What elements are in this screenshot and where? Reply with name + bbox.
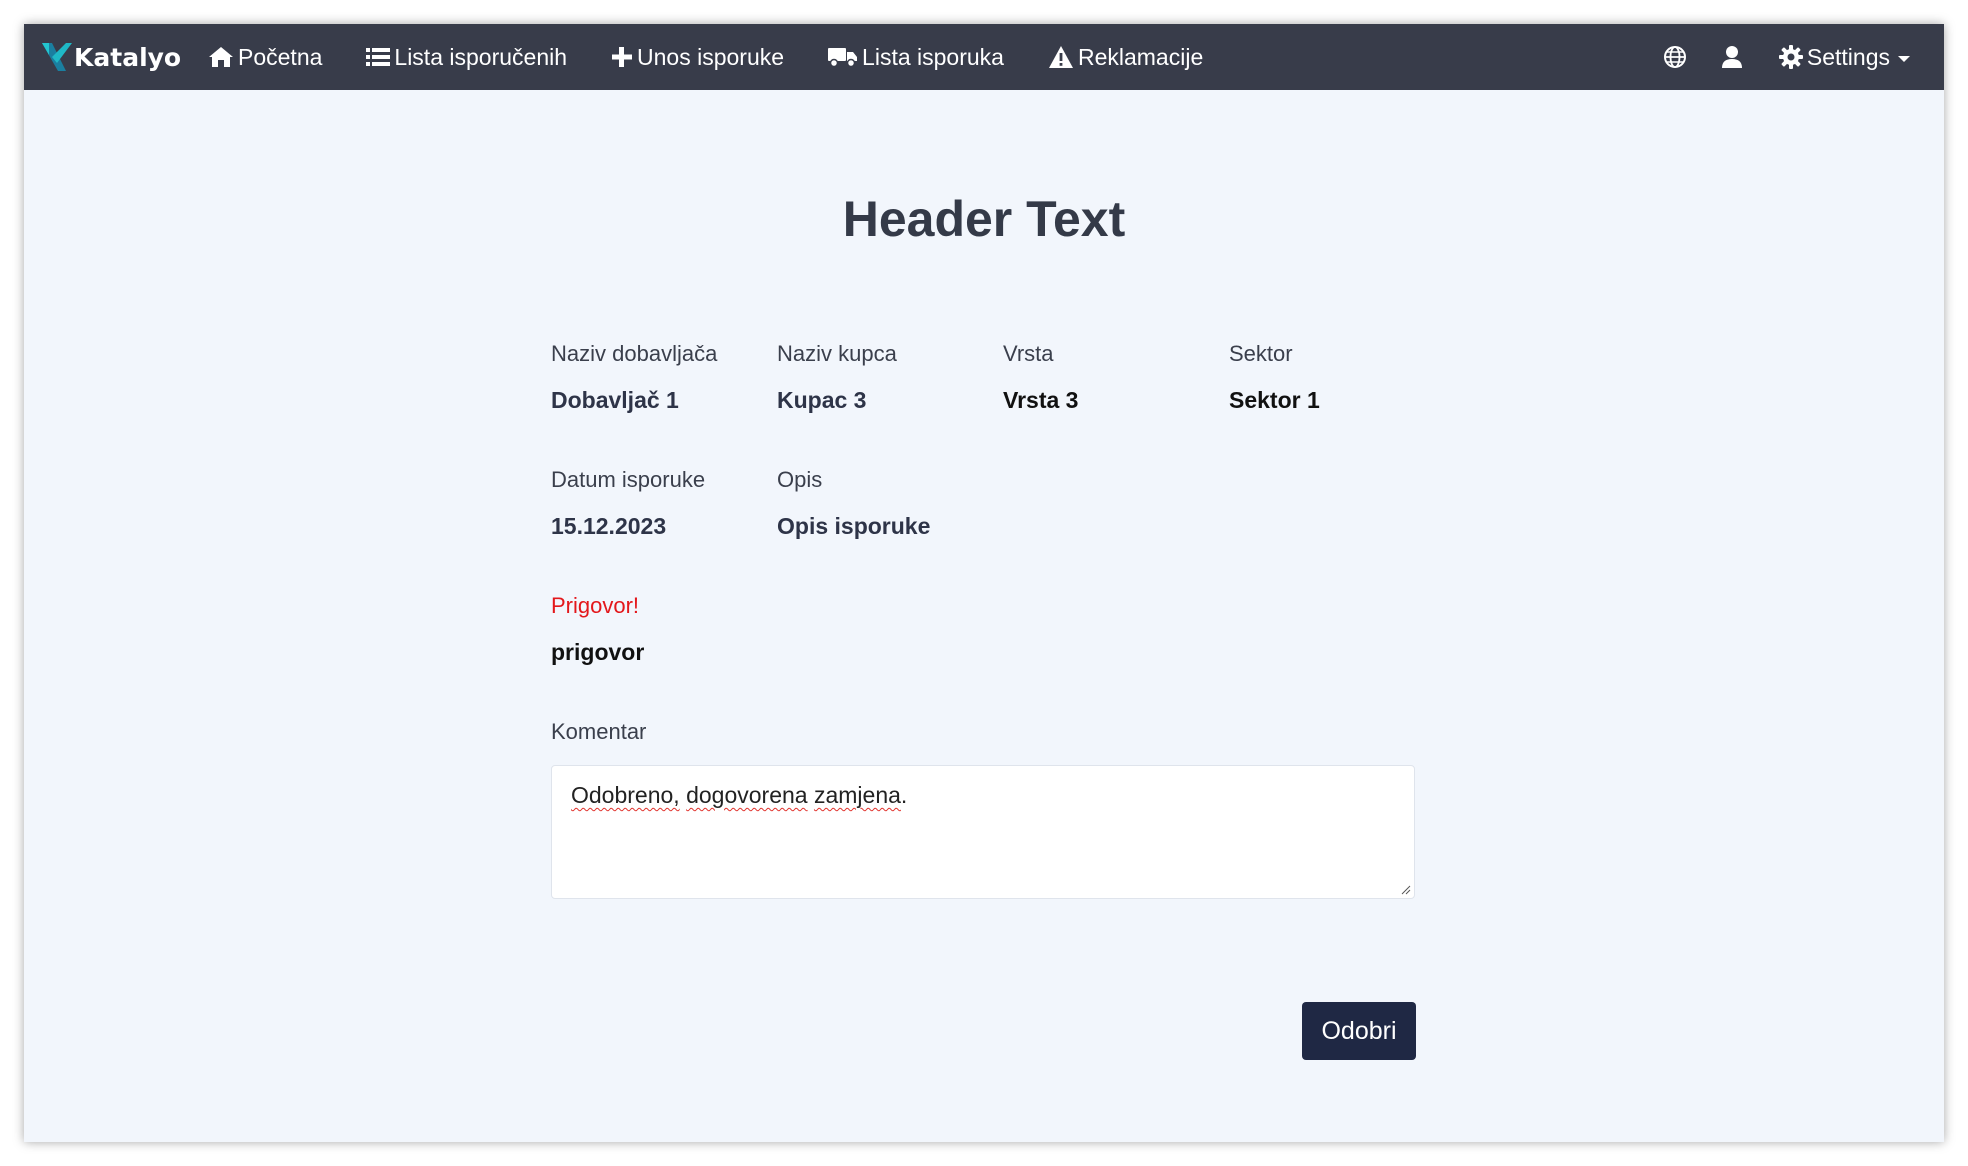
user-icon (1721, 46, 1742, 68)
comment-word: Odobreno, (571, 782, 680, 808)
app-window: Katalyo Početna Lista isporučenih Unos i… (24, 24, 1944, 1142)
nav-item-home-label: Početna (238, 43, 323, 70)
nav-item-delivered-list[interactable]: Lista isporučenih (366, 44, 567, 71)
settings-dropdown[interactable]: Settings (1778, 43, 1910, 71)
truck-icon (828, 48, 858, 68)
comment-word-misspelled: zamjena (813, 782, 901, 808)
field-type-value: Vrsta 3 (1003, 387, 1079, 413)
field-delivery-date-value: 15.12.2023 (551, 513, 667, 539)
page-title: Header Text (842, 191, 1126, 247)
settings-label: Settings (1806, 43, 1890, 70)
field-customer-label: Naziv kupca (777, 341, 897, 366)
user-button[interactable] (1721, 45, 1743, 69)
comment-word: dogovorena (686, 782, 808, 808)
nav-item-deliveries[interactable]: Lista isporuka (828, 44, 1004, 71)
home-icon (209, 47, 233, 67)
field-type-label: Vrsta (1003, 341, 1054, 366)
field-objection-value: prigovor (551, 639, 645, 665)
field-sector-label: Sektor (1229, 341, 1293, 366)
approve-button[interactable]: Odobri (1302, 1002, 1416, 1060)
field-type: Vrsta Vrsta 3 (1003, 341, 1078, 414)
field-delivery-date-label: Datum isporuke (551, 467, 706, 492)
field-customer-value: Kupac 3 (777, 387, 867, 413)
brand-logo[interactable]: Katalyo (40, 41, 208, 73)
nav-item-complaints-label: Reklamacije (1077, 43, 1204, 70)
list-icon (366, 48, 391, 66)
nav-item-new-delivery-label: Unos isporuke (637, 43, 785, 70)
plus-icon (612, 47, 633, 67)
katalyo-logo-icon (42, 43, 72, 71)
comment-word: zamjena. (813, 782, 908, 808)
comment-label-wrap: Komentar (551, 719, 646, 745)
field-supplier-value: Dobavljač 1 (551, 387, 679, 413)
field-description-value: Opis isporuke (777, 513, 931, 539)
field-sector-value: Sektor 1 (1229, 387, 1320, 413)
warning-icon (1048, 46, 1073, 68)
brand-name: Katalyo (74, 42, 182, 72)
field-objection-label: Prigovor! (551, 593, 640, 618)
field-supplier-label: Naziv dobavljača (551, 341, 718, 366)
chevron-down-icon (1898, 55, 1910, 62)
nav-right-group: Settings (1629, 44, 1910, 71)
language-button[interactable] (1663, 45, 1687, 69)
nav-item-new-delivery[interactable]: Unos isporuke (611, 44, 784, 71)
field-description: Opis Opis isporuke (777, 467, 930, 540)
nav-item-home[interactable]: Početna (208, 44, 322, 71)
nav-item-deliveries-label: Lista isporuka (862, 43, 1004, 70)
field-description-label: Opis (777, 467, 823, 492)
top-navbar: Katalyo Početna Lista isporučenih Unos i… (24, 24, 1944, 90)
nav-item-delivered-list-label: Lista isporučenih (394, 43, 568, 70)
field-delivery-date: Datum isporuke 15.12.2023 (551, 467, 705, 540)
nav-item-complaints[interactable]: Reklamacije (1048, 44, 1203, 71)
comment-label: Komentar (551, 719, 647, 744)
comment-textarea[interactable]: Odobreno, dogovorena zamjena. (551, 765, 1415, 899)
field-customer: Naziv kupca Kupac 3 (777, 341, 897, 414)
field-objection: Prigovor! prigovor (551, 593, 644, 666)
globe-icon (1663, 46, 1686, 68)
gear-icon (1778, 45, 1803, 69)
field-supplier: Naziv dobavljača Dobavljač 1 (551, 341, 717, 414)
field-sector: Sektor Sektor 1 (1229, 341, 1320, 414)
resize-handle-icon[interactable] (1401, 885, 1411, 895)
